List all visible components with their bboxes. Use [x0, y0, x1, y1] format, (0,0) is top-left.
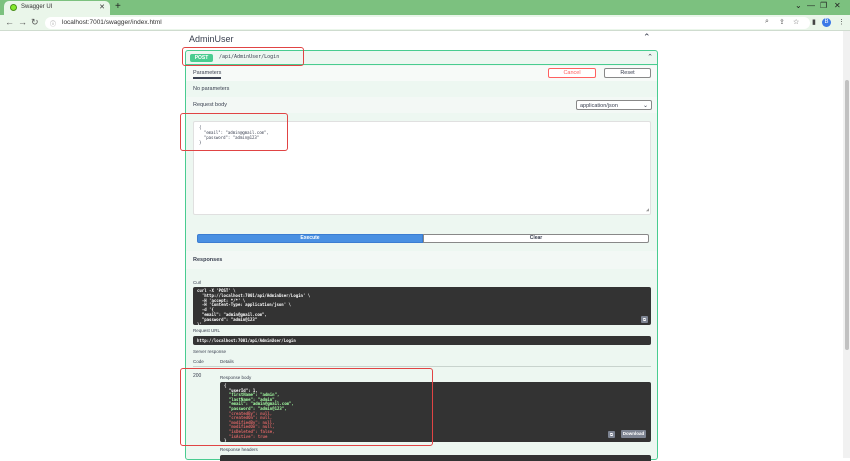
responses-title: Responses — [193, 257, 223, 263]
reload-icon[interactable]: ↻ — [31, 17, 39, 28]
request-url-box: http://localhost:7001/api/AdminUser/Logi… — [193, 336, 651, 345]
close-tab-icon[interactable]: ✕ — [99, 3, 105, 11]
browser-tab-title: Swagger UI — [21, 4, 53, 10]
no-parameters-text: No parameters — [193, 86, 230, 92]
code-column-header: Code — [193, 359, 204, 364]
forward-icon[interactable]: → — [18, 17, 27, 27]
search-icon[interactable]: ⌕ — [765, 18, 769, 26]
request-body-header: Request body application/json ⌄ — [186, 97, 657, 113]
request-url-label: Request URL — [193, 328, 221, 333]
request-body-label: Request body — [193, 102, 227, 108]
details-column-header: Details — [220, 359, 234, 364]
share-icon[interactable]: ⇪ — [779, 18, 785, 26]
responses-header — [186, 251, 657, 269]
parameters-header: Parameters Cancel Reset — [186, 66, 657, 81]
server-response-label: Server response — [193, 349, 227, 354]
browser-toolbar: ← → ↻ ⓘ localhost:7001/swagger/index.htm… — [0, 15, 850, 31]
tab-parameters[interactable]: Parameters — [193, 70, 222, 79]
browser-tab-strip: Swagger UI ✕ + ⌄ — ❐ ✕ — [0, 0, 850, 15]
curl-label: Curl — [193, 280, 202, 285]
response-headers-box — [220, 455, 651, 461]
response-headers-label: Response headers — [220, 447, 258, 452]
clear-button[interactable]: Clear — [423, 234, 649, 243]
highlight-box — [182, 47, 304, 66]
address-bar[interactable]: ⓘ localhost:7001/swagger/index.html ⌕ ⇪ … — [45, 17, 810, 29]
swagger-favicon-icon — [10, 4, 17, 11]
highlight-box — [180, 368, 433, 446]
browser-tab[interactable]: Swagger UI ✕ — [4, 1, 110, 15]
reset-button[interactable]: Reset — [604, 68, 651, 78]
request-url-text: http://localhost:7001/api/AdminUser/Logi… — [197, 338, 296, 343]
content-type-select[interactable]: application/json ⌄ — [576, 100, 652, 110]
minimize-icon[interactable]: — — [807, 1, 815, 10]
download-button[interactable]: Download — [621, 430, 646, 438]
curl-command-text: curl -X 'POST' \ 'http://localhost:7001/… — [197, 288, 311, 325]
restore-icon[interactable]: ❐ — [820, 1, 827, 10]
site-info-icon[interactable]: ⓘ — [50, 19, 56, 28]
cancel-button[interactable]: Cancel — [548, 68, 596, 78]
resize-grip-icon[interactable]: ◢ — [646, 208, 649, 213]
bookmark-star-icon[interactable]: ☆ — [793, 18, 799, 26]
copy-icon[interactable]: ⧉ — [608, 431, 615, 438]
copy-icon[interactable]: ⧉ — [641, 316, 648, 323]
side-panel-icon[interactable]: ▮ — [812, 18, 816, 26]
chevron-up-icon[interactable]: ⌃ — [647, 53, 653, 61]
profile-avatar[interactable]: B — [822, 18, 831, 27]
table-divider — [193, 366, 651, 367]
chevron-up-icon[interactable]: ⌃ — [643, 32, 651, 43]
back-icon[interactable]: ← — [5, 17, 14, 27]
execute-button[interactable]: Execute — [197, 234, 423, 243]
section-title[interactable]: AdminUser — [189, 34, 234, 44]
page-scrollbar-thumb[interactable] — [845, 80, 849, 350]
content-type-value: application/json — [580, 102, 618, 109]
chevron-down-icon[interactable]: ⌄ — [795, 1, 802, 10]
new-tab-icon[interactable]: + — [115, 1, 121, 12]
address-url: localhost:7001/swagger/index.html — [62, 19, 162, 26]
window-close-icon[interactable]: ✕ — [834, 1, 841, 10]
highlight-box — [180, 113, 288, 151]
curl-command-box: curl -X 'POST' \ 'http://localhost:7001/… — [193, 287, 651, 325]
more-menu-icon[interactable]: ⋮ — [838, 18, 845, 26]
chevron-down-icon: ⌄ — [642, 102, 648, 109]
